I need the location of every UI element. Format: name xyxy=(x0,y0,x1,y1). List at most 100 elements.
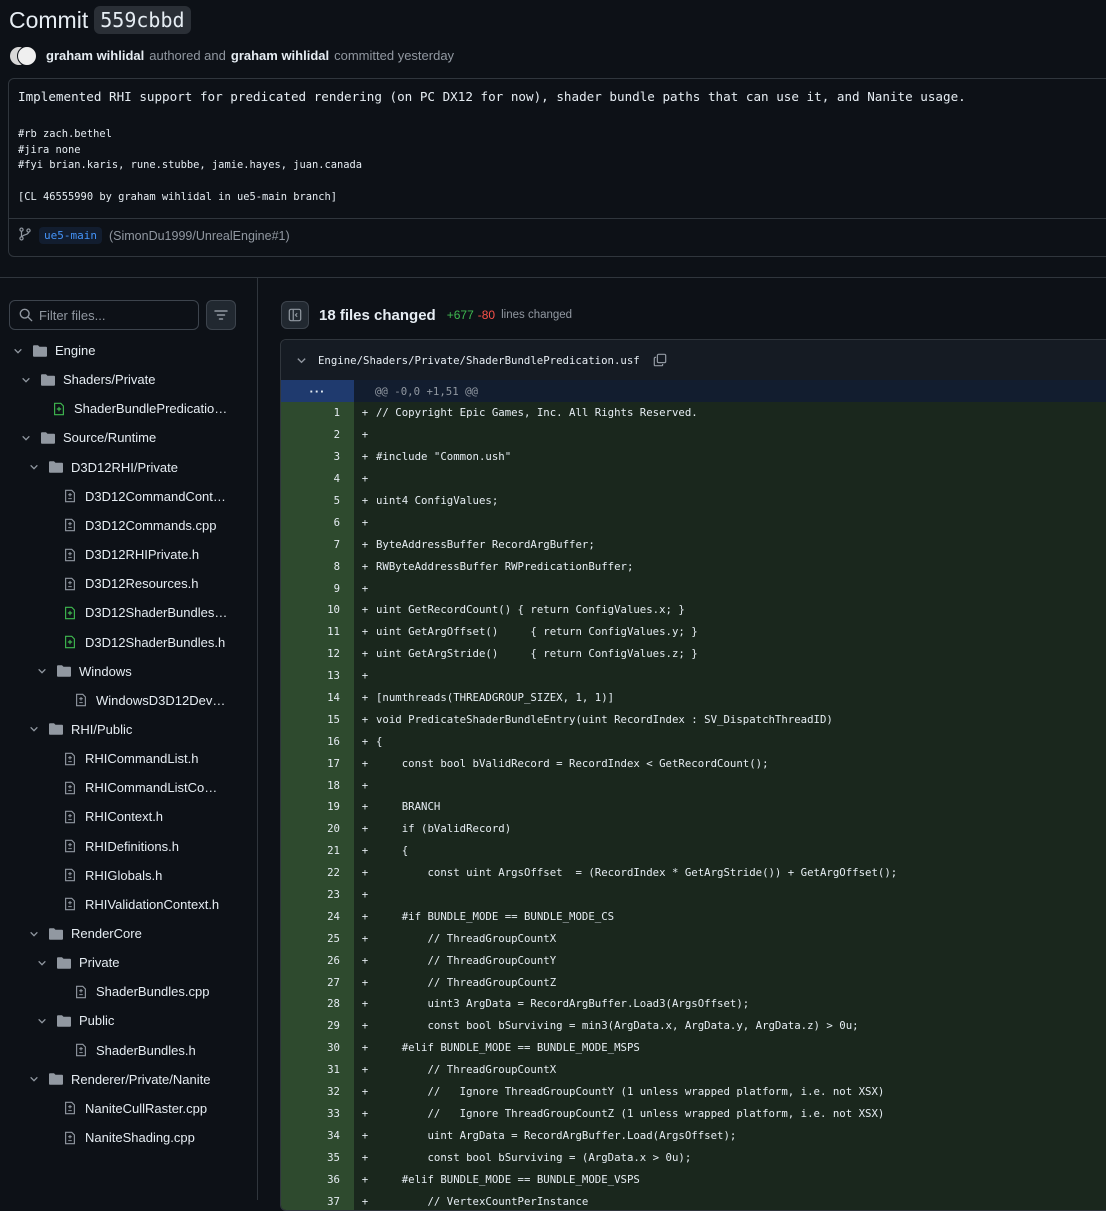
collapse-file-button[interactable] xyxy=(295,354,307,366)
line-number[interactable]: 11 xyxy=(281,620,354,643)
tree-file[interactable]: D3D12Commands.cpp xyxy=(0,511,257,540)
line-number[interactable]: 36 xyxy=(281,1168,354,1191)
tree-item-label: D3D12CommandContext.h xyxy=(85,488,228,504)
file-diff-icon xyxy=(62,867,78,883)
tree-file[interactable]: RHICommandListComma... xyxy=(0,773,257,802)
committer-link[interactable]: graham wihlidal xyxy=(231,48,329,63)
tree-folder[interactable]: Public xyxy=(0,1006,257,1035)
diff-file-path[interactable]: Engine/Shaders/Private/ShaderBundlePredi… xyxy=(318,354,640,367)
tree-folder[interactable]: Private xyxy=(0,948,257,977)
tree-folder[interactable]: Renderer/Private/Nanite xyxy=(0,1065,257,1094)
chevron-down-icon[interactable] xyxy=(12,345,24,357)
tree-file[interactable]: ShaderBundles.h xyxy=(0,1036,257,1065)
toggle-file-tree-button[interactable] xyxy=(281,301,309,329)
chevron-down-icon[interactable] xyxy=(28,723,40,735)
tree-folder[interactable]: Windows xyxy=(0,657,257,686)
line-number[interactable]: 20 xyxy=(281,817,354,840)
tree-folder[interactable]: Source/Runtime xyxy=(0,423,257,452)
tree-file[interactable]: RHIContext.h xyxy=(0,802,257,831)
tree-file[interactable]: ShaderBundlePredication.... xyxy=(0,394,257,423)
line-number[interactable]: 14 xyxy=(281,686,354,709)
tree-file[interactable]: WindowsD3D12Device.c... xyxy=(0,686,257,715)
tree-file[interactable]: NaniteCullRaster.cpp xyxy=(0,1094,257,1123)
line-number[interactable]: 10 xyxy=(281,599,354,621)
tree-file[interactable]: ShaderBundles.cpp xyxy=(0,977,257,1006)
expand-context-button[interactable]: ··· xyxy=(281,380,354,402)
line-number[interactable]: 23 xyxy=(281,883,354,906)
line-number[interactable]: 29 xyxy=(281,1014,354,1037)
tree-folder[interactable]: RenderCore xyxy=(0,919,257,948)
copy-path-button[interactable] xyxy=(652,352,668,368)
tree-file[interactable]: RHICommandList.h xyxy=(0,744,257,773)
line-number[interactable]: 25 xyxy=(281,927,354,950)
line-number[interactable]: 22 xyxy=(281,861,354,884)
filter-files-field[interactable] xyxy=(9,300,199,330)
line-number[interactable]: 9 xyxy=(281,577,354,600)
line-number[interactable]: 33 xyxy=(281,1102,354,1125)
line-number[interactable]: 2 xyxy=(281,423,354,446)
line-number[interactable]: 19 xyxy=(281,796,354,818)
diff-line-added: 10 + uint GetRecordCount() { return Config… xyxy=(281,599,1106,621)
line-number[interactable]: 5 xyxy=(281,489,354,512)
line-text: const bool bValidRecord = RecordIndex < … xyxy=(376,756,769,770)
tree-folder[interactable]: Engine xyxy=(0,336,257,365)
tree-file[interactable]: RHIDefinitions.h xyxy=(0,832,257,861)
line-number[interactable]: 26 xyxy=(281,949,354,972)
tree-folder[interactable]: D3D12RHI/Private xyxy=(0,453,257,482)
tree-file[interactable]: RHIValidationContext.h xyxy=(0,890,257,919)
branch-badge[interactable]: ue5-main xyxy=(39,227,102,244)
chevron-down-icon[interactable] xyxy=(28,928,40,940)
line-number[interactable]: 18 xyxy=(281,774,354,797)
line-number[interactable]: 35 xyxy=(281,1146,354,1169)
filter-options-button[interactable] xyxy=(206,300,236,330)
tree-file[interactable]: D3D12RHIPrivate.h xyxy=(0,540,257,569)
line-number[interactable]: 34 xyxy=(281,1124,354,1147)
tree-file[interactable]: D3D12ShaderBundles.h xyxy=(0,628,257,657)
tree-file[interactable]: D3D12CommandContext.h xyxy=(0,482,257,511)
line-number[interactable]: 32 xyxy=(281,1080,354,1103)
line-number[interactable]: 8 xyxy=(281,555,354,578)
chevron-down-icon[interactable] xyxy=(36,1015,48,1027)
committer-avatar[interactable] xyxy=(17,46,37,66)
line-number[interactable]: 13 xyxy=(281,664,354,687)
line-number[interactable]: 3 xyxy=(281,445,354,468)
line-code: + const uint ArgsOffset = (RecordIndex *… xyxy=(354,861,1106,884)
tree-folder[interactable]: RHI/Public xyxy=(0,715,257,744)
tree-file[interactable]: NaniteShading.cpp xyxy=(0,1123,257,1152)
line-number[interactable]: 7 xyxy=(281,533,354,556)
author-link[interactable]: graham wihlidal xyxy=(46,48,144,63)
line-number[interactable]: 37 xyxy=(281,1190,354,1210)
line-number[interactable]: 21 xyxy=(281,839,354,862)
chevron-down-icon[interactable] xyxy=(36,957,48,969)
line-number[interactable]: 12 xyxy=(281,642,354,665)
chevron-down-icon[interactable] xyxy=(28,461,40,473)
commit-sha[interactable]: 559cbbd xyxy=(94,6,191,34)
tree-file[interactable]: D3D12ShaderBundles.cpp xyxy=(0,598,257,627)
line-number[interactable]: 24 xyxy=(281,905,354,928)
line-number[interactable]: 6 xyxy=(281,511,354,534)
chevron-down-icon[interactable] xyxy=(36,665,48,677)
chevron-down-icon[interactable] xyxy=(20,374,32,386)
line-number[interactable]: 30 xyxy=(281,1036,354,1059)
line-number[interactable]: 27 xyxy=(281,971,354,994)
filter-files-input[interactable] xyxy=(39,307,189,323)
line-code: + const bool bSurviving = (ArgData.x > 0… xyxy=(354,1146,1106,1169)
addition-marker: + xyxy=(361,778,369,792)
line-number[interactable]: 4 xyxy=(281,467,354,490)
line-number[interactable]: 16 xyxy=(281,730,354,753)
tree-item-label: Windows xyxy=(79,663,132,679)
avatar-stack[interactable] xyxy=(9,46,37,66)
line-number[interactable]: 1 xyxy=(281,402,354,424)
line-number[interactable]: 31 xyxy=(281,1058,354,1081)
pr-reference-link[interactable]: (SimonDu1999/UnrealEngine#1) xyxy=(109,229,290,243)
line-number[interactable]: 28 xyxy=(281,993,354,1015)
line-number[interactable]: 15 xyxy=(281,708,354,731)
tree-file[interactable]: D3D12Resources.h xyxy=(0,569,257,598)
chevron-down-icon[interactable] xyxy=(20,432,32,444)
line-code: + uint GetArgOffset() { return ConfigValu… xyxy=(354,620,1106,643)
line-number[interactable]: 17 xyxy=(281,752,354,775)
chevron-down-icon[interactable] xyxy=(28,1073,40,1085)
tree-file[interactable]: RHIGlobals.h xyxy=(0,861,257,890)
line-text: // ThreadGroupCountX xyxy=(376,931,557,945)
tree-folder[interactable]: Shaders/Private xyxy=(0,365,257,394)
